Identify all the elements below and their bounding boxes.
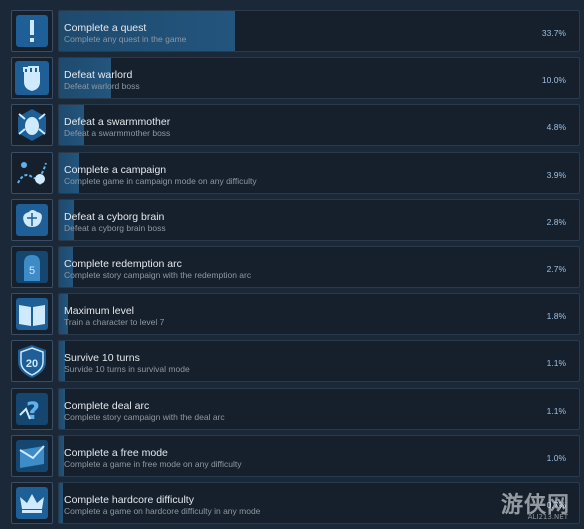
svg-text:?: ? — [26, 397, 40, 425]
achievement-row[interactable]: 20 Survive 10 turns Survide 10 turns in su… — [11, 340, 580, 382]
achievement-description: Complete any quest in the game — [64, 34, 187, 44]
achievement-title: Defeat a cyborg brain — [64, 211, 165, 223]
achievement-row[interactable]: Defeat warlord Defeat warlord boss 10.0% — [11, 57, 580, 99]
achievement-description: Train a character to level 7 — [64, 317, 165, 327]
achievement-unlock-percent: 1.1% — [546, 358, 566, 368]
achievement-progress-bar: Defeat a swarmmother Defeat a swarmmother… — [58, 104, 580, 146]
svg-text:5: 5 — [29, 265, 35, 277]
achievement-row[interactable]: Complete a quest Complete any quest in th… — [11, 10, 580, 52]
achievement-description: Complete a game on hardcore difficulty i… — [64, 506, 261, 516]
achievement-progress-bar: Survive 10 turns Survide 10 turns in surv… — [58, 340, 580, 382]
achievement-description: Complete game in campaign mode on any di… — [64, 176, 257, 186]
achievement-progress-fill — [59, 483, 63, 523]
achievement-description: Defeat warlord boss — [64, 81, 140, 91]
achievement-progress-bar: Complete deal arc Complete story campaign… — [58, 388, 580, 430]
tombstone-icon: 5 — [11, 246, 53, 288]
achievement-progress-bar: Defeat a cyborg brain Defeat a cyborg bra… — [58, 199, 580, 241]
fist-icon — [11, 57, 53, 99]
achievement-unlock-percent: 4.8% — [546, 122, 566, 132]
achievement-unlock-percent: 2.8% — [546, 217, 566, 227]
achievement-title: Complete deal arc — [64, 400, 150, 412]
crown-icon — [11, 482, 53, 524]
achievement-row[interactable]: 5 Complete redemption arc Complete story c… — [11, 246, 580, 288]
insect-icon — [11, 104, 53, 146]
achievement-description: Survide 10 turns in survival mode — [64, 364, 190, 374]
watermark-logo: 游侠网 ALI213.NET — [501, 487, 570, 521]
achievement-row[interactable]: Defeat a swarmmother Defeat a swarmmother… — [11, 104, 580, 146]
achievement-row[interactable]: Defeat a cyborg brain Defeat a cyborg bra… — [11, 199, 580, 241]
achievement-description: Complete a game in free mode on any diff… — [64, 459, 242, 469]
achievement-title: Complete redemption arc — [64, 258, 182, 270]
achievement-progress-bar: Complete a campaign Complete game in camp… — [58, 152, 580, 194]
achievement-description: Complete story campaign with the redempt… — [64, 270, 252, 280]
achievement-title: Complete a quest — [64, 22, 147, 34]
achievement-title: Defeat a swarmmother — [64, 116, 171, 128]
exclamation-icon — [11, 10, 53, 52]
achievement-title: Complete a campaign — [64, 164, 167, 176]
achievement-title: Maximum level — [64, 305, 135, 317]
achievement-progress-bar: Maximum level Train a character to level … — [58, 293, 580, 335]
achievement-title: Complete a free mode — [64, 447, 168, 459]
achievement-description: Complete story campaign with the deal ar… — [64, 412, 225, 422]
achievement-row[interactable]: Complete a free mode Complete a game in f… — [11, 435, 580, 477]
svg-text:20: 20 — [26, 358, 38, 370]
achievement-title: Defeat warlord — [64, 69, 133, 81]
achievement-progress-bar: Complete a quest Complete any quest in th… — [58, 10, 580, 52]
achievement-progress-bar: Defeat warlord Defeat warlord boss 10.0% — [58, 57, 580, 99]
achievement-unlock-percent: 1.1% — [546, 406, 566, 416]
shield-20-icon: 20 — [11, 340, 53, 382]
achievement-title: Complete hardcore difficulty — [64, 494, 194, 506]
map-pin-icon — [11, 152, 53, 194]
book-icon — [11, 293, 53, 335]
achievement-progress-bar: Complete redemption arc Complete story ca… — [58, 246, 580, 288]
achievement-unlock-percent: 3.9% — [546, 170, 566, 180]
achievement-description: Defeat a swarmmother boss — [64, 128, 171, 138]
brain-icon — [11, 199, 53, 241]
achievement-unlock-percent: 1.8% — [546, 311, 566, 321]
achievement-title: Survive 10 turns — [64, 352, 140, 364]
achievement-unlock-percent: 10.0% — [541, 75, 566, 85]
achievement-description: Defeat a cyborg brain boss — [64, 223, 166, 233]
envelope-icon — [11, 435, 53, 477]
watermark-sub-text: ALI213.NET — [527, 513, 568, 521]
achievement-row[interactable]: Maximum level Train a character to level … — [11, 293, 580, 335]
achievement-unlock-percent: 2.7% — [546, 264, 566, 274]
achievement-progress-bar: Complete a free mode Complete a game in f… — [58, 435, 580, 477]
achievement-row[interactable]: ? Complete deal arc Complete story campaig… — [11, 388, 580, 430]
achievement-unlock-percent: 1.0% — [546, 453, 566, 463]
achievement-unlock-percent: 33.7% — [541, 28, 566, 38]
question-icon: ? — [11, 388, 53, 430]
achievement-row[interactable]: Complete a campaign Complete game in camp… — [11, 152, 580, 194]
achievement-row[interactable]: Complete hardcore difficulty Complete a g… — [11, 482, 580, 524]
